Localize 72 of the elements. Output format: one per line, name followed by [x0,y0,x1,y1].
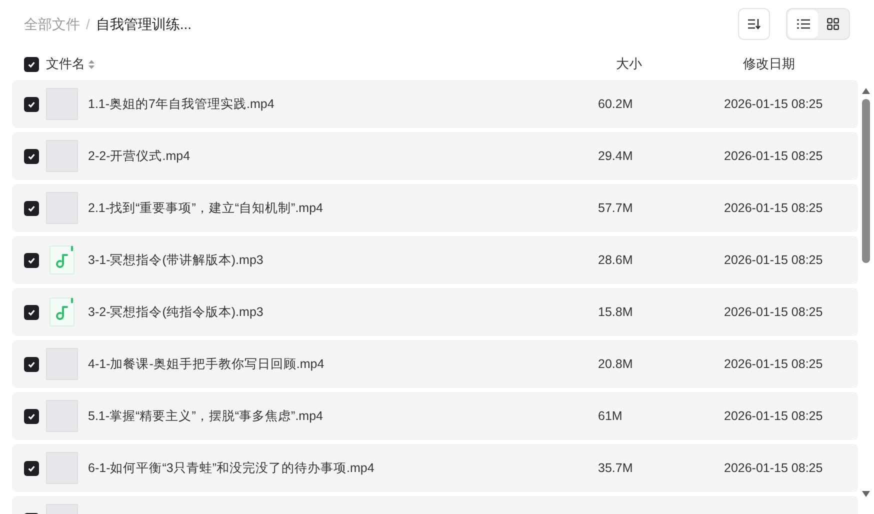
audio-file-icon [49,297,75,327]
file-name: 2.1-找到“重要事项”，建立“自知机制”.mp4 [88,200,324,217]
file-name: 1.1-奥姐的7年自我管理实践.mp4 [88,96,276,113]
file-size: 15.8M [598,304,634,321]
file-name: 2-2-开营仪式.mp4 [88,148,192,165]
modified-date: 2026-01-15 08:25 [724,460,823,477]
audio-file-icon [49,245,75,275]
list-view-button[interactable] [788,10,818,38]
video-thumbnail [46,140,78,172]
checkbox[interactable] [24,148,39,164]
scroll-up-icon[interactable] [862,88,870,94]
checkbox[interactable] [24,200,39,216]
video-thumbnail [46,400,78,432]
file-size: 57.7M [598,200,634,217]
modified-date: 2026-01-15 08:25 [724,200,823,217]
video-thumbnail [46,192,78,224]
file-row[interactable]: 6-1-如何平衡“3只青蛙”和没完没了的待办事项.mp4 35.7M 2026-01-15 08:25 [12,444,858,492]
scroll-down-icon[interactable] [862,491,870,497]
file-row[interactable]: 2-2-开营仪式.mp4 29.4M 2026-01-15 08:25 [12,132,858,180]
file-size: 20.8M [598,356,634,373]
file-name: 4-1-加餐课-奥姐手把手教你写日回顾.mp4 [88,356,326,373]
file-name: 6-1-如何平衡“3只青蛙”和没完没了的待办事项.mp4 [88,460,376,477]
file-name: 5.1-掌握“精要主义”，摆脱“事多焦虑”.mp4 [88,408,324,425]
file-size: 29.4M [598,148,634,165]
file-row[interactable]: 1.1-奥姐的7年自我管理实践.mp4 60.2M 2026-01-15 08:25 [12,80,858,128]
file-size: 61M [598,408,624,425]
checkmark-icon [27,412,36,420]
file-row[interactable]: 4-1-加餐课-奥姐手把手教你写日回顾.mp4 20.8M 2026-01-15 08:25 [12,340,858,388]
file-size: 60.2M [598,96,634,113]
checkmark-icon [27,100,36,108]
breadcrumb-separator: / [86,14,90,34]
file-row[interactable]: 2.1-找到“重要事项”，建立“自知机制”.mp4 57.7M 2026-01-15 08:25 [12,184,858,232]
modified-date: 2026-01-15 08:25 [724,304,823,321]
modified-date: 2026-01-15 08:25 [724,408,823,425]
checkbox[interactable] [24,356,39,372]
checkbox[interactable] [24,460,39,476]
column-header: 大小 [616,55,642,74]
grid-icon [827,18,839,30]
file-name: 3-2-冥想指令(纯指令版本).mp3 [88,304,264,321]
sort-button[interactable] [738,8,770,40]
video-thumbnail [46,452,78,484]
file-row[interactable]: 5.1-掌握“精要主义”，摆脱“事多焦虑”.mp4 61M 2026-01-15 08:25 [12,392,858,440]
checkmark-icon [27,204,36,212]
video-thumbnail [46,348,78,380]
checkbox[interactable] [24,304,39,320]
checkbox[interactable] [24,56,39,72]
modified-date: 2026-01-15 08:25 [724,252,823,269]
file-size: 28.6M [598,252,634,269]
checkmark-icon [27,60,36,68]
file-size: 35.7M [598,460,634,477]
breadcrumb-item: 自我管理训练... [96,14,192,34]
column-header[interactable]: 文件名 [46,54,85,74]
checkmark-icon [27,308,36,316]
column-header: 修改日期 [743,55,795,74]
sort-icon [747,18,761,30]
checkbox[interactable] [24,252,39,268]
file-name: 3-1-冥想指令(带讲解版本).mp3 [88,252,264,269]
list-icon [796,19,810,29]
checkmark-icon [27,152,36,160]
checkmark-icon [27,360,36,368]
modified-date: 2026-01-15 08:25 [724,96,823,113]
modified-date: 2026-01-15 08:25 [724,148,823,165]
checkbox[interactable] [24,96,39,112]
file-row[interactable]: 3-2-冥想指令(纯指令版本).mp3 15.8M 2026-01-15 08:25 [12,288,858,336]
modified-date: 2026-01-15 08:25 [724,356,823,373]
checkmark-icon [27,464,36,472]
file-row[interactable]: 3-1-冥想指令(带讲解版本).mp3 28.6M 2026-01-15 08:25 [12,236,858,284]
scrollbar-thumb[interactable] [862,99,870,263]
checkbox[interactable] [24,408,39,424]
checkmark-icon [27,256,36,264]
video-thumbnail [46,88,78,120]
sort-arrows-icon[interactable] [88,58,95,70]
